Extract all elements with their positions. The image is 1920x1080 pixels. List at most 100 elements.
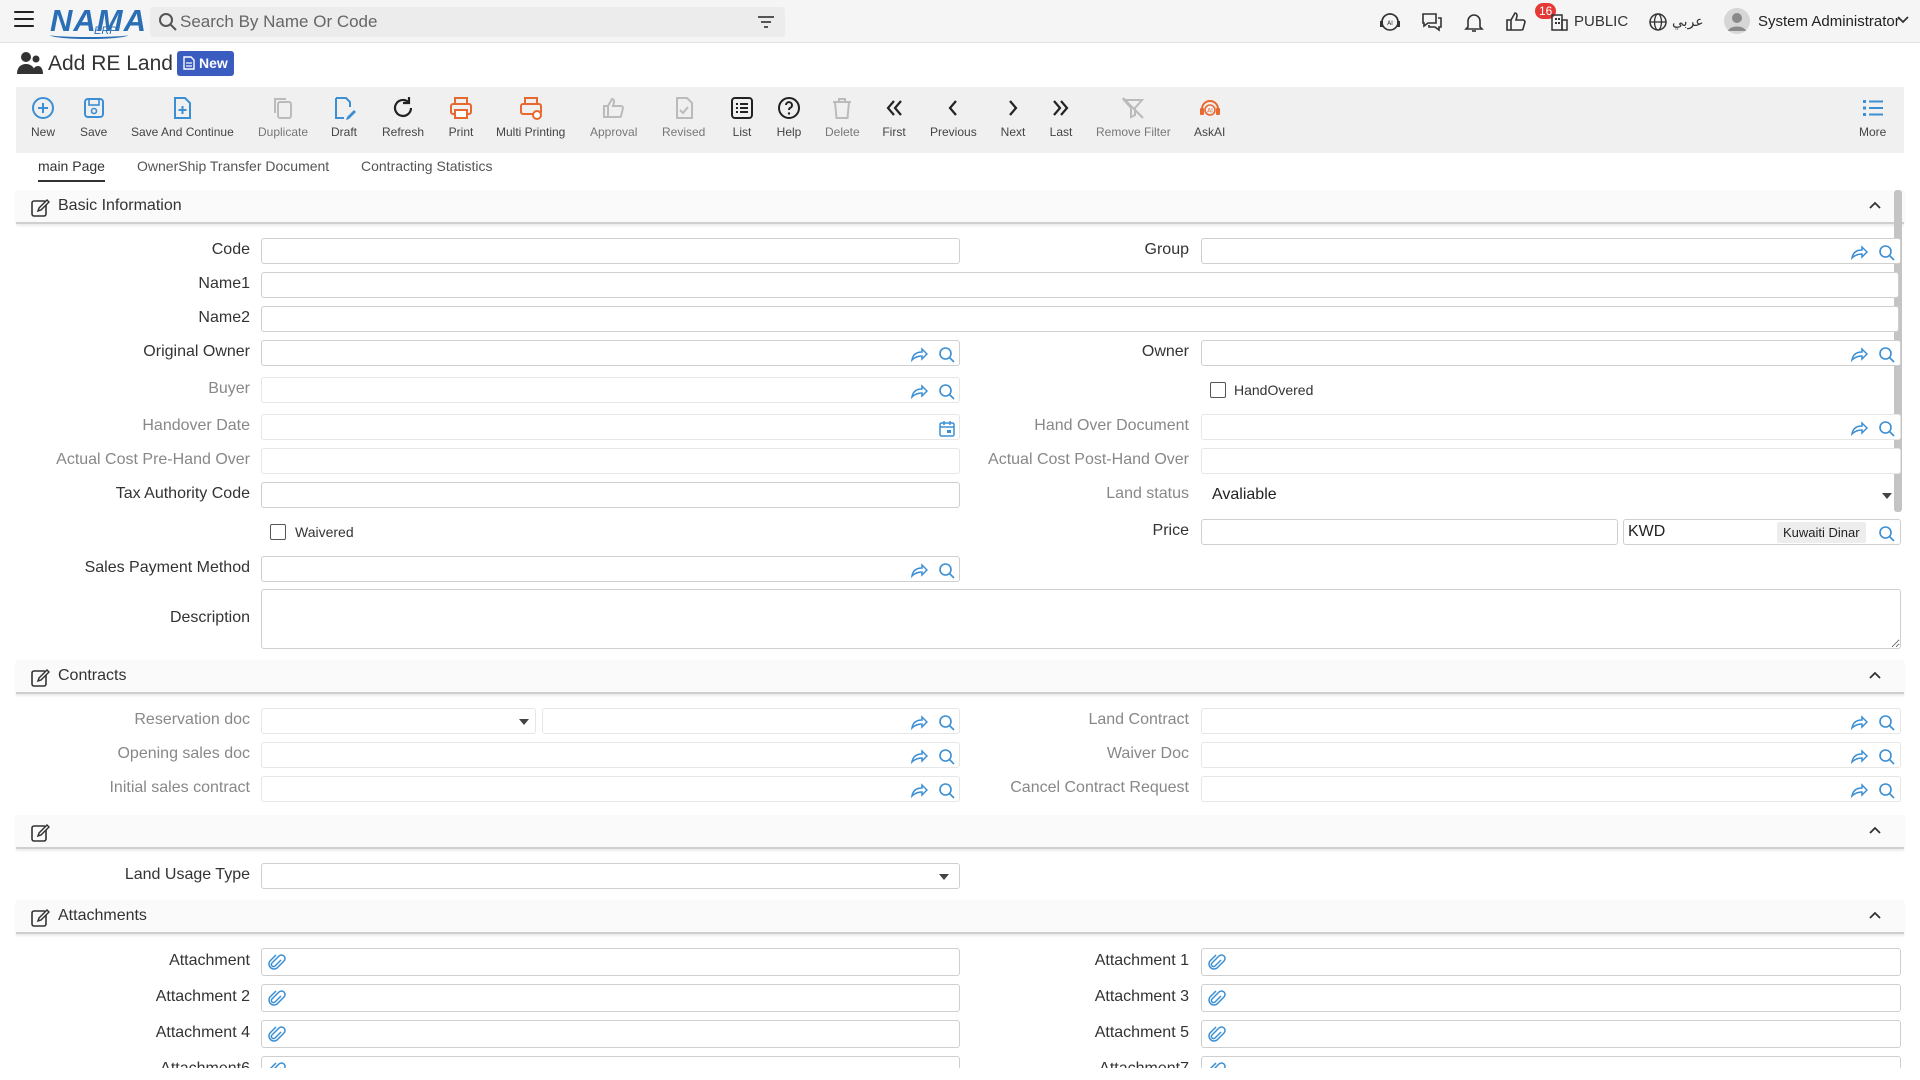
name2-input[interactable] (268, 309, 1868, 329)
calendar-icon[interactable] (938, 420, 956, 438)
print-button[interactable]: Print (448, 95, 474, 139)
menu-icon[interactable] (14, 11, 34, 27)
paperclip-icon[interactable] (268, 1026, 286, 1044)
section-contracts[interactable]: Contracts (16, 660, 1904, 694)
search-icon[interactable] (1878, 346, 1896, 364)
multi-printing-button[interactable]: Multi Printing (496, 95, 565, 139)
save-button[interactable]: Save (80, 95, 107, 139)
section-basic-information[interactable]: Basic Information (16, 190, 1904, 224)
user-name[interactable]: System Administrator (1758, 13, 1900, 30)
opening-sales-doc-field[interactable] (261, 742, 960, 768)
cost-pre-field[interactable] (261, 448, 960, 474)
search-icon[interactable] (938, 748, 956, 766)
remove-filter-button[interactable]: Remove Filter (1096, 95, 1171, 139)
description-textarea[interactable] (261, 589, 1901, 649)
waiver-doc-field[interactable] (1201, 742, 1901, 768)
attachment-field[interactable] (261, 948, 960, 976)
land-usage-type-select[interactable] (261, 863, 960, 889)
currency-field[interactable]: KWD Kuwaiti Dinar (1623, 519, 1901, 545)
paperclip-icon[interactable] (1208, 1026, 1226, 1044)
save-and-continue-button[interactable]: Save And Continue (131, 95, 234, 139)
handovered-checkbox[interactable] (1210, 382, 1226, 398)
share-icon[interactable] (910, 782, 928, 798)
filter-icon[interactable] (757, 14, 775, 30)
land-status-select[interactable]: Avaliable (1201, 481, 1901, 509)
chevron-up-icon[interactable] (1868, 825, 1882, 835)
share-icon[interactable] (910, 383, 928, 399)
search-icon[interactable] (1878, 782, 1896, 800)
chevron-up-icon[interactable] (1868, 670, 1882, 680)
attachment-5-field[interactable] (1201, 1020, 1901, 1048)
approval-button[interactable]: Approval (590, 95, 637, 139)
search-icon[interactable] (938, 346, 956, 364)
name2-field[interactable] (261, 306, 1899, 332)
search-icon[interactable] (1878, 525, 1896, 543)
handover-document-field[interactable] (1201, 414, 1901, 440)
handover-date-field[interactable] (261, 414, 960, 440)
reservation-doc-field[interactable] (542, 708, 960, 734)
paperclip-icon[interactable] (1208, 954, 1226, 972)
cost-post-field[interactable] (1201, 448, 1901, 474)
name1-input[interactable] (268, 275, 1868, 295)
attachment-2-field[interactable] (261, 984, 960, 1012)
chevron-up-icon[interactable] (1868, 200, 1882, 210)
price-input[interactable] (1208, 522, 1608, 542)
chevron-down-icon[interactable] (1897, 15, 1909, 25)
sales-payment-field[interactable] (261, 556, 960, 582)
search-icon[interactable] (938, 714, 956, 732)
list-button[interactable]: List (729, 95, 755, 139)
company-label[interactable]: PUBLIC (1574, 13, 1628, 30)
search-input[interactable] (180, 10, 740, 34)
tab-contracting-statistics[interactable]: Contracting Statistics (361, 158, 493, 180)
tab-ownership-transfer[interactable]: OwnerShip Transfer Document (137, 158, 329, 180)
thumbs-up-icon[interactable] (1504, 10, 1528, 34)
share-icon[interactable] (1850, 748, 1868, 764)
duplicate-button[interactable]: Duplicate (258, 95, 308, 139)
initial-sales-contract-field[interactable] (261, 776, 960, 802)
attachment-1-field[interactable] (1201, 948, 1901, 976)
share-icon[interactable] (910, 562, 928, 578)
previous-button[interactable]: Previous (930, 95, 977, 139)
first-button[interactable]: First (881, 95, 907, 139)
search-icon[interactable] (1878, 714, 1896, 732)
share-icon[interactable] (1850, 782, 1868, 798)
price-field[interactable] (1201, 519, 1618, 545)
share-icon[interactable] (1850, 346, 1868, 362)
section-land-usage[interactable] (16, 815, 1904, 849)
share-icon[interactable] (910, 748, 928, 764)
search-icon[interactable] (1878, 420, 1896, 438)
original-owner-field[interactable] (261, 340, 960, 366)
tax-code-input[interactable] (268, 485, 948, 505)
search-icon[interactable] (938, 383, 956, 401)
ai-assistant-icon[interactable]: AI (1378, 10, 1402, 34)
reservation-doc-type-select[interactable] (261, 708, 536, 734)
search-icon[interactable] (1878, 748, 1896, 766)
waivered-checkbox[interactable] (270, 524, 286, 540)
draft-button[interactable]: Draft (331, 95, 357, 139)
share-icon[interactable] (1850, 714, 1868, 730)
paperclip-icon[interactable] (268, 954, 286, 972)
group-field[interactable] (1201, 238, 1901, 264)
globe-icon[interactable] (1648, 12, 1668, 32)
name1-field[interactable] (261, 272, 1899, 298)
search-icon[interactable] (938, 782, 956, 800)
more-button[interactable]: More (1859, 95, 1886, 139)
attachment-3-field[interactable] (1201, 984, 1901, 1012)
code-field[interactable] (261, 238, 960, 264)
paperclip-icon[interactable] (1208, 990, 1226, 1008)
land-contract-field[interactable] (1201, 708, 1901, 734)
new-button[interactable]: New (30, 95, 56, 139)
revised-button[interactable]: Revised (662, 95, 705, 139)
refresh-button[interactable]: Refresh (382, 95, 424, 139)
search-icon[interactable] (1878, 244, 1896, 262)
help-button[interactable]: Help (776, 95, 802, 139)
share-icon[interactable] (1850, 244, 1868, 260)
last-button[interactable]: Last (1048, 95, 1074, 139)
paperclip-icon[interactable] (268, 990, 286, 1008)
tax-code-field[interactable] (261, 482, 960, 508)
avatar[interactable] (1724, 8, 1750, 34)
chevron-up-icon[interactable] (1868, 910, 1882, 920)
language-switch[interactable]: عربي (1672, 13, 1704, 30)
share-icon[interactable] (910, 346, 928, 362)
share-icon[interactable] (1850, 420, 1868, 436)
